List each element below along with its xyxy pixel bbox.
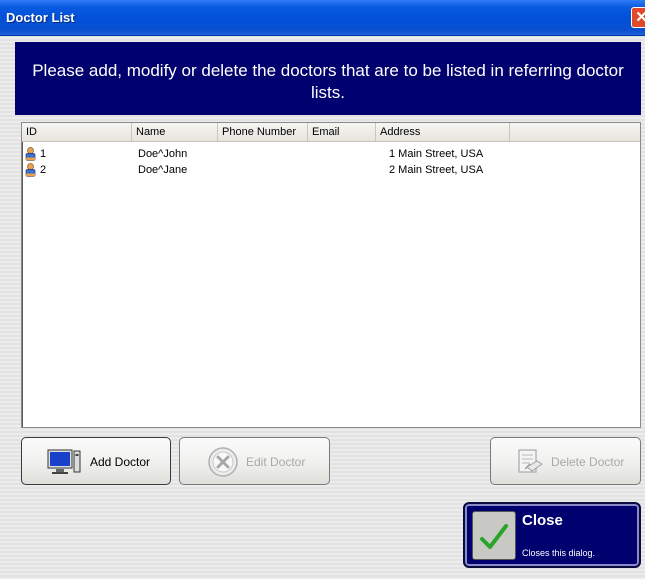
- close-button[interactable]: Close Closes this dialog.: [463, 502, 641, 568]
- edit-doctor-button[interactable]: Edit Doctor: [179, 437, 330, 485]
- x-circle-icon: [208, 447, 238, 477]
- add-doctor-label: Add Doctor: [90, 455, 151, 469]
- monitor-icon: [47, 449, 81, 474]
- column-header-address[interactable]: Address: [376, 123, 510, 141]
- table-row[interactable]: 2 Doe^Jane 2 Main Street, USA: [22, 163, 640, 177]
- table-row[interactable]: 1 Doe^John 1 Main Street, USA: [22, 147, 640, 161]
- cell-id: 1: [40, 148, 47, 160]
- delete-doctor-button[interactable]: Delete Doctor: [490, 437, 641, 485]
- person-icon: [25, 147, 36, 161]
- edit-doctor-label: Edit Doctor: [246, 455, 306, 469]
- add-doctor-button[interactable]: Add Doctor: [21, 437, 171, 485]
- column-header-name[interactable]: Name: [132, 123, 218, 141]
- column-header-phone[interactable]: Phone Number: [218, 123, 308, 141]
- close-button-description: Closes this dialog.: [522, 548, 596, 558]
- close-button-label: Close: [522, 512, 563, 529]
- cell-address: 1 Main Street, USA: [389, 148, 484, 160]
- instruction-banner: Please add, modify or delete the doctors…: [15, 42, 641, 115]
- cell-name: Doe^Jane: [138, 164, 188, 176]
- delete-doctor-label: Delete Doctor: [551, 455, 625, 469]
- cell-id: 2: [40, 164, 47, 176]
- banner-text: Please add, modify or delete the doctors…: [32, 61, 624, 102]
- title-bar[interactable]: Doctor List ✕: [0, 0, 645, 36]
- close-check-box: [472, 511, 516, 560]
- table-header: ID Name Phone Number Email Address: [22, 123, 640, 142]
- window-title: Doctor List: [6, 10, 75, 25]
- column-header-email[interactable]: Email: [308, 123, 376, 141]
- cell-name: Doe^John: [138, 148, 188, 160]
- cell-address: 2 Main Street, USA: [389, 164, 484, 176]
- doctor-table[interactable]: ID Name Phone Number Email Address 1 Doe…: [21, 122, 641, 428]
- person-icon: [25, 163, 36, 177]
- delete-doc-icon: [518, 449, 543, 473]
- column-header-id[interactable]: ID: [22, 123, 132, 141]
- checkmark-icon: [480, 524, 508, 549]
- close-icon[interactable]: ✕: [631, 7, 645, 28]
- doctor-list-dialog: Doctor List ✕ Please add, modify or dele…: [0, 0, 645, 579]
